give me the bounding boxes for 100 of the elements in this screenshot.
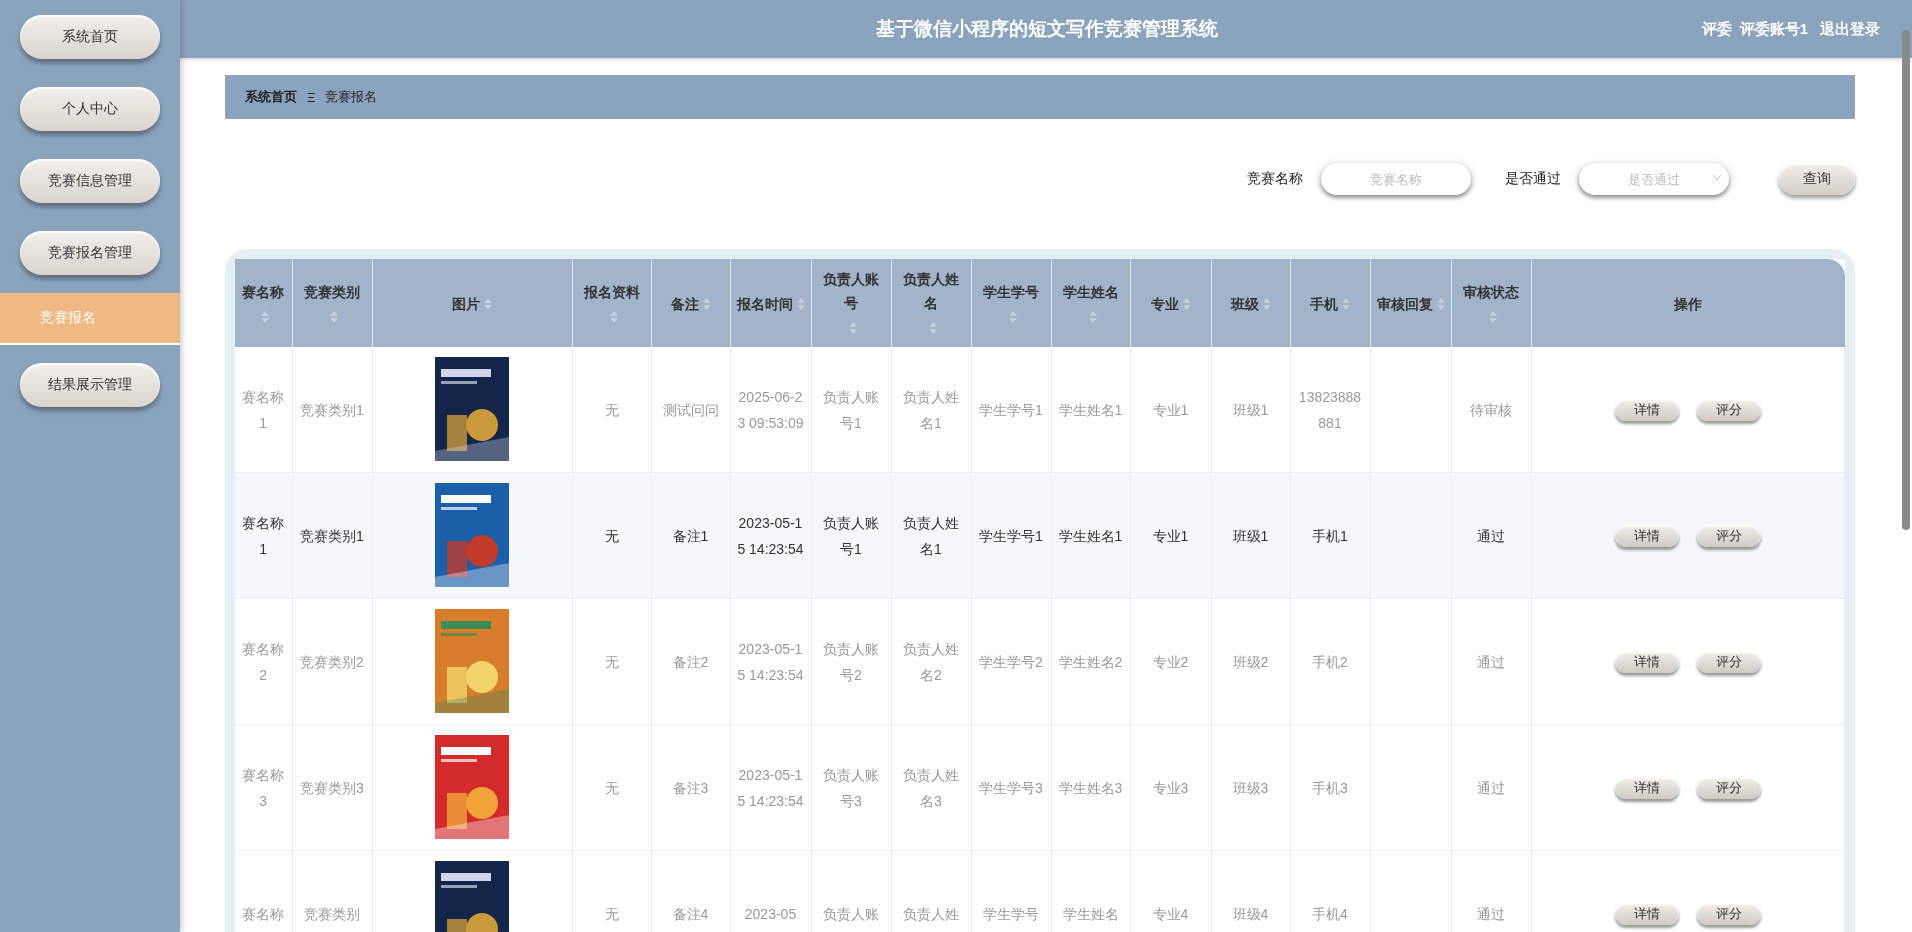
sort-icon[interactable] [1342, 297, 1350, 310]
sort-icon[interactable] [1182, 297, 1191, 310]
table-cell: 通过 [1477, 527, 1505, 544]
breadcrumb-current: 竞赛报名 [325, 88, 378, 106]
table-cell: 负责人账号3 [823, 766, 879, 809]
table-cell: 备注3 [672, 779, 709, 796]
field-label: 是否通过 [1505, 170, 1561, 188]
table-cell: 竞赛类别1 [300, 527, 364, 544]
column-header: 操作 [1674, 294, 1702, 314]
sidebar-item[interactable]: 个人中心 [20, 87, 160, 131]
sort-icon[interactable] [849, 322, 857, 335]
action-button[interactable]: 评分 [1696, 650, 1761, 673]
query-button[interactable]: 查询 [1779, 163, 1855, 195]
action-button[interactable]: 评分 [1696, 776, 1761, 799]
table-cell: 2025-06-23 09:53:09 [737, 388, 804, 431]
app-title: 基于微信小程序的短文写作竞赛管理系统 [874, 17, 1219, 41]
table-cell: 赛名称1 [242, 388, 285, 431]
column-header: 专业 [1150, 294, 1179, 314]
sort-icon[interactable] [702, 297, 711, 310]
sort-icon[interactable] [1262, 297, 1271, 310]
table-cell: 赛名称3 [242, 766, 285, 809]
table-cell: 2023-05-15 14:23:54 [737, 766, 804, 809]
table-cell: 学生姓名 [1062, 905, 1119, 922]
table-cell: 负责人姓名1 [903, 514, 959, 557]
column-header: 图片 [452, 294, 480, 314]
sort-icon[interactable] [330, 310, 338, 323]
action-button[interactable]: 评分 [1696, 398, 1761, 421]
table-cell: 班级1 [1232, 401, 1269, 418]
table-cell: 无 [604, 401, 619, 418]
action-button[interactable]: 详情 [1614, 902, 1679, 925]
action-button[interactable]: 详情 [1614, 650, 1679, 673]
table-cell: 备注1 [672, 527, 709, 544]
table-cell: 赛名称1 [242, 514, 285, 557]
sort-icon[interactable] [1489, 310, 1497, 323]
sort-icon[interactable] [796, 297, 805, 310]
column-header: 审核回复 [1376, 294, 1433, 314]
action-button[interactable]: 详情 [1614, 776, 1679, 799]
table-cell: 竞赛类别 [304, 905, 360, 922]
table-cell: 负责人账号2 [823, 640, 879, 683]
table-cell: 学生学号2 [979, 653, 1043, 670]
table-cell: 无 [604, 527, 619, 544]
breadcrumb-separator: Ξ [307, 89, 316, 105]
table-cell: 2023-05 [744, 905, 797, 922]
table-cell: 班级1 [1232, 527, 1269, 544]
sort-icon[interactable] [1009, 310, 1017, 323]
column-header: 报名时间 [736, 294, 793, 314]
table-cell: 13823888881 [1298, 388, 1362, 431]
field-label: 竞赛名称 [1247, 170, 1303, 188]
action-button[interactable]: 评分 [1696, 902, 1761, 925]
table-cell: 学生学号1 [979, 401, 1043, 418]
column-header: 学生学号 [983, 282, 1039, 302]
column-header: 负责人姓名 [902, 270, 960, 313]
action-button[interactable]: 详情 [1614, 398, 1679, 421]
sidebar-item[interactable]: 结果展示管理 [20, 363, 160, 407]
column-header: 报名资料 [583, 282, 640, 302]
select-field[interactable]: 是否通过 [1579, 163, 1729, 195]
table-cell: 专业1 [1152, 401, 1189, 418]
table-cell: 无 [604, 905, 619, 922]
sort-icon[interactable] [1436, 297, 1445, 310]
table-cell: 学生姓名2 [1058, 653, 1123, 670]
sidebar-item[interactable]: 竞赛信息管理 [20, 159, 160, 203]
table-cell: 无 [604, 653, 619, 670]
search-field[interactable]: 竞赛名称 [1321, 163, 1471, 195]
table-cell: 负责人姓名2 [903, 640, 959, 683]
sort-icon[interactable] [929, 322, 937, 335]
user-name: 评委账号1 [1739, 19, 1808, 39]
table-cell: 负责人账号1 [823, 514, 879, 557]
table-cell: 备注2 [672, 653, 709, 670]
column-header: 赛名称 [242, 282, 285, 302]
table-cell: 竞赛类别1 [300, 401, 364, 418]
table-cell: 负责人姓名3 [903, 766, 959, 809]
scrollbar[interactable] [1902, 30, 1910, 530]
table-cell: 学生姓名1 [1058, 527, 1123, 544]
table-cell: 竞赛类别2 [300, 653, 364, 670]
column-header: 竞赛类别 [304, 282, 360, 302]
column-header: 负责人账号 [822, 270, 880, 313]
table-cell: 无 [604, 779, 619, 796]
table-cell: 学生学号3 [979, 779, 1043, 796]
table-cell: 测试问问 [662, 401, 719, 418]
table-cell: 通过 [1477, 905, 1505, 922]
caret-icon [1713, 175, 1721, 181]
sidebar-item[interactable]: 竞赛报名管理 [20, 231, 160, 275]
sort-icon[interactable] [1088, 310, 1097, 323]
action-button[interactable]: 详情 [1614, 524, 1679, 547]
table-cell: 专业4 [1152, 905, 1189, 922]
table-cell: 手机1 [1312, 527, 1348, 544]
sort-icon[interactable] [484, 297, 492, 310]
table-cell: 班级3 [1232, 779, 1269, 796]
table-cell: 通过 [1477, 779, 1505, 796]
sidebar-item[interactable]: 系统首页 [20, 15, 160, 59]
user-role: 评委 [1701, 19, 1732, 39]
action-button[interactable]: 评分 [1696, 524, 1761, 547]
table-cell: 学生学号1 [979, 527, 1043, 544]
sort-icon[interactable] [609, 310, 618, 323]
breadcrumb-link[interactable]: 系统首页 [245, 88, 297, 106]
table-cell: 学生学号 [983, 905, 1039, 922]
column-header: 备注 [670, 294, 699, 314]
table-cell: 通过 [1477, 653, 1505, 670]
table-cell: 2023-05-15 14:23:54 [737, 514, 804, 557]
sort-icon[interactable] [261, 310, 270, 323]
